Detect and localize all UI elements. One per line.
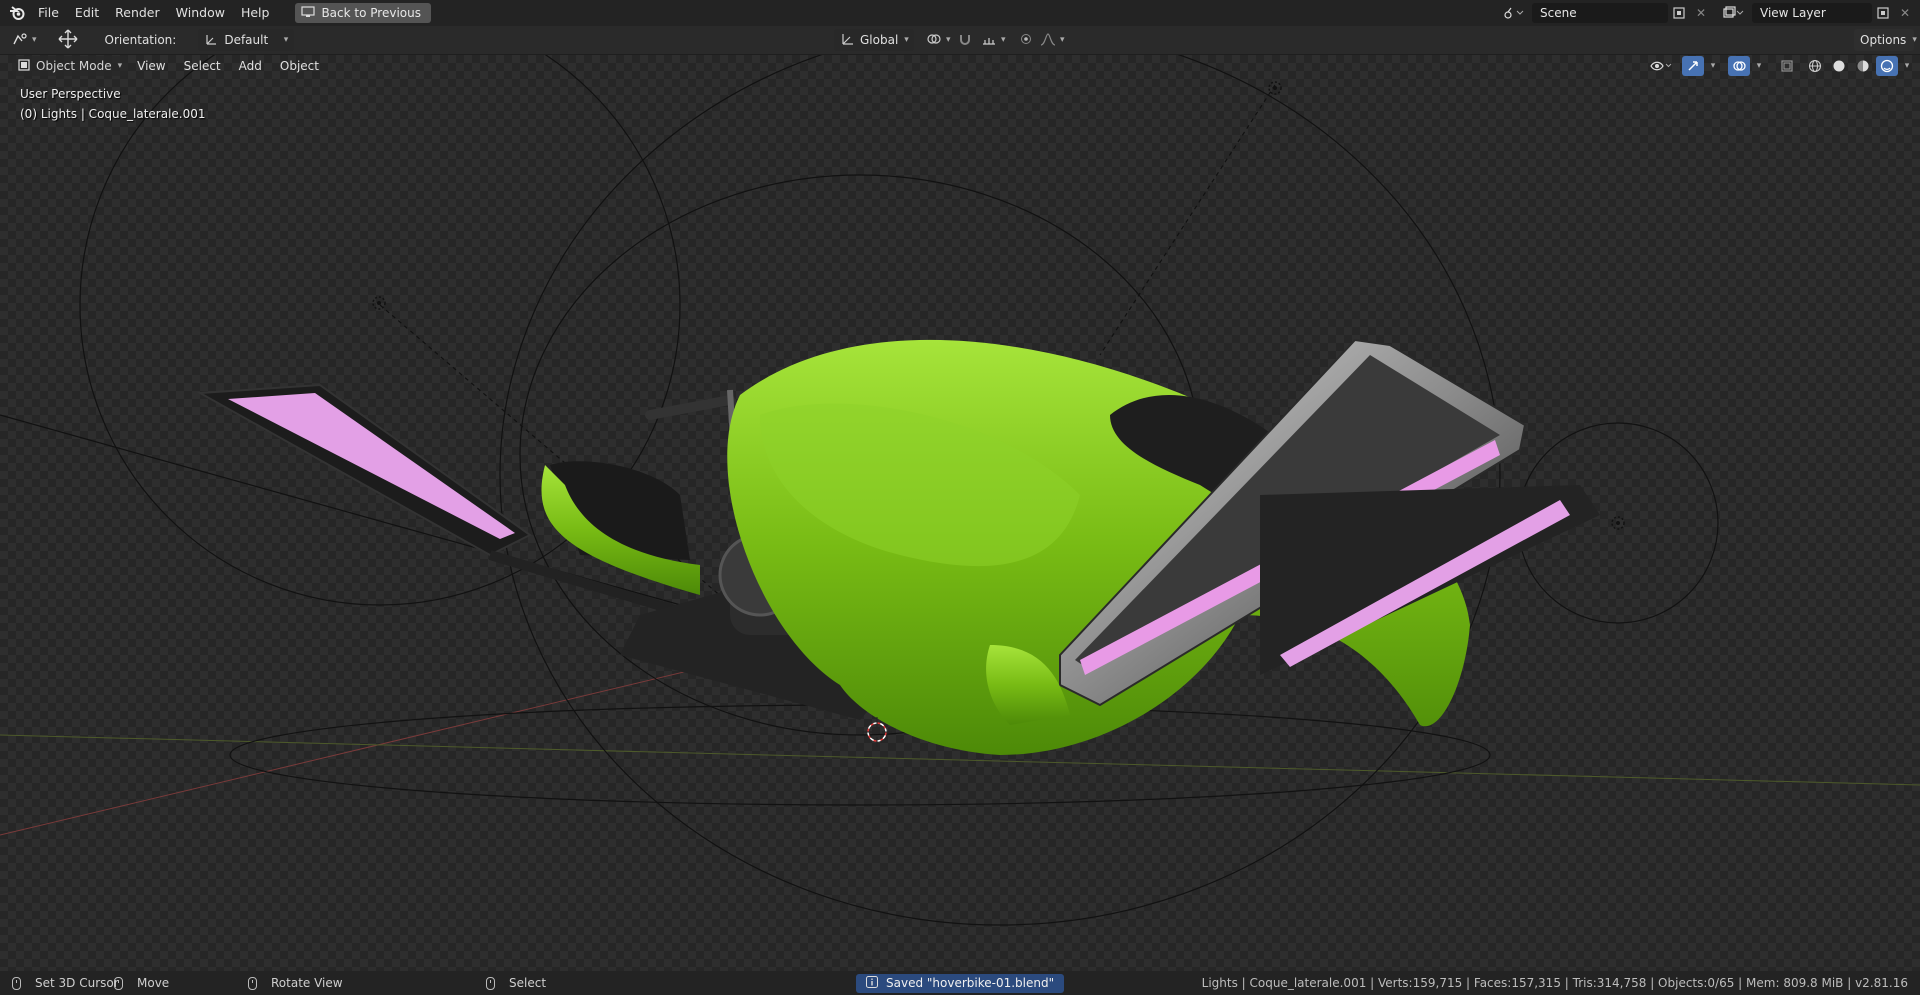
chevron-down-icon: ▾ [1912, 35, 1917, 45]
menu-edit[interactable]: Edit [67, 2, 107, 24]
snap-target-button[interactable]: ▾ [975, 29, 1012, 51]
perspective-label: User Perspective [20, 87, 121, 101]
proportional-falloff-button[interactable]: ▾ [1034, 29, 1071, 51]
chevron-down-icon: ▾ [946, 35, 951, 45]
hint-select-label: Select [509, 976, 547, 990]
view-layer-selector-icon[interactable] [1718, 3, 1748, 23]
status-bar: Set 3D Cursor Move Rotate View Select Sa… [0, 971, 1920, 995]
object-mode-icon [18, 58, 30, 74]
viewport-menu-object[interactable]: Object [271, 59, 328, 73]
scene-selector-icon[interactable] [1498, 3, 1528, 23]
gizmo-toggle-icon[interactable] [1682, 56, 1704, 76]
chevron-down-icon: ▾ [904, 35, 909, 45]
hint-set-3d-cursor: Set 3D Cursor [12, 976, 119, 990]
transform-space-dropdown[interactable]: Global ▾ [834, 29, 914, 51]
global-axis-icon [840, 32, 854, 49]
chevron-down-icon: ▾ [283, 35, 289, 45]
transform-tool-button[interactable] [51, 29, 85, 51]
blender-logo-icon[interactable] [4, 0, 30, 26]
overlays-toggle-icon[interactable] [1728, 56, 1750, 76]
save-report[interactable]: Saved "hoverbike-01.blend" [856, 973, 1065, 993]
menu-file[interactable]: File [30, 2, 67, 24]
mouse-drag-icon [114, 976, 123, 990]
falloff-curve-icon [1040, 32, 1056, 49]
snap-increment-icon [981, 32, 997, 49]
orientation-dropdown[interactable]: Default ▾ [198, 29, 295, 51]
view-layer-text: View Layer [1760, 6, 1826, 20]
view-layer-field[interactable]: View Layer [1752, 3, 1872, 23]
viewport-menu-select[interactable]: Select [175, 59, 230, 73]
viewport-shading-controls: ▾ ▾ ▾ [1646, 55, 1914, 77]
material-preview-icon[interactable] [1852, 56, 1874, 76]
save-report-text: Saved "hoverbike-01.blend" [886, 976, 1055, 990]
orientation-value: Default [224, 33, 269, 47]
visibility-eye-icon[interactable] [1646, 56, 1676, 76]
chevron-down-icon: ▾ [32, 35, 37, 45]
hint-rotate-view: Rotate View [248, 976, 343, 990]
hoverbike-model[interactable] [196, 338, 1600, 755]
new-scene-icon[interactable] [1668, 3, 1690, 23]
delete-scene-icon[interactable]: ✕ [1690, 3, 1712, 23]
screen-icon [301, 5, 316, 21]
solid-shading-icon[interactable] [1828, 56, 1850, 76]
menu-window[interactable]: Window [168, 2, 233, 24]
3d-viewport[interactable]: Object Mode ▾ View Select Add Object ▾ ▾ [0, 55, 1920, 971]
editor-type-icon [12, 32, 28, 49]
top-menu-bar: File Edit Render Window Help Back to Pre… [0, 0, 1920, 26]
options-label: Options [1860, 33, 1907, 47]
mouse-right-icon [486, 976, 495, 990]
menu-help[interactable]: Help [233, 2, 278, 24]
gizmo-options-icon[interactable]: ▾ [1706, 56, 1720, 76]
new-view-layer-icon[interactable] [1872, 3, 1894, 23]
menu-render[interactable]: Render [107, 2, 168, 24]
info-icon [866, 975, 878, 991]
options-dropdown[interactable]: Options ▾ [1854, 29, 1917, 51]
wireframe-shading-icon[interactable] [1804, 56, 1826, 76]
back-to-previous-button[interactable]: Back to Previous [295, 3, 431, 23]
rendered-shading-icon[interactable] [1876, 56, 1898, 76]
move-tool-icon [57, 28, 79, 53]
mouse-middle-icon [248, 976, 257, 990]
orientation-label: Orientation: [104, 33, 177, 47]
transform-space-value: Global [860, 33, 899, 47]
tool-header: ▾ Orientation: Default ▾ Global ▾ ▾ ▾ ▾ … [0, 26, 1920, 55]
shading-options-icon[interactable]: ▾ [1900, 56, 1914, 76]
delete-view-layer-icon[interactable]: ✕ [1894, 3, 1916, 23]
viewport-menu-add[interactable]: Add [230, 59, 271, 73]
object-mode-label: Object Mode [36, 59, 112, 73]
pivot-point-icon [926, 32, 942, 49]
viewport-header: Object Mode ▾ View Select Add Object [0, 55, 1920, 77]
scene-name-text: Scene [1540, 6, 1577, 20]
mouse-left-icon [12, 976, 21, 990]
chevron-down-icon: ▾ [1060, 35, 1065, 45]
hint-rotate-view-label: Rotate View [271, 976, 343, 990]
back-to-previous-label: Back to Previous [321, 6, 421, 20]
hint-move: Move [114, 976, 169, 990]
viewport-scene[interactable] [0, 55, 1920, 971]
object-mode-dropdown[interactable]: Object Mode ▾ [12, 56, 129, 76]
hint-select: Select [486, 976, 546, 990]
proportional-editing-icon [1020, 33, 1032, 48]
viewport-menu-view[interactable]: View [128, 59, 174, 73]
magnet-icon [958, 32, 972, 49]
hint-move-label: Move [137, 976, 170, 990]
scene-statistics: Lights | Coque_laterale.001 | Verts:159,… [1201, 976, 1908, 990]
active-object-label: (0) Lights | Coque_laterale.001 [20, 107, 206, 121]
editor-type-button[interactable]: ▾ [6, 29, 43, 51]
chevron-down-icon: ▾ [1001, 35, 1006, 45]
xray-toggle-icon[interactable] [1776, 56, 1798, 76]
scene-controls: Scene ✕ View Layer ✕ [1498, 0, 1920, 26]
hint-set-3d-cursor-label: Set 3D Cursor [35, 976, 119, 990]
scene-name-field[interactable]: Scene [1532, 3, 1668, 23]
axis-orientation-icon [204, 32, 218, 49]
overlays-options-icon[interactable]: ▾ [1752, 56, 1766, 76]
chevron-down-icon: ▾ [117, 61, 123, 71]
